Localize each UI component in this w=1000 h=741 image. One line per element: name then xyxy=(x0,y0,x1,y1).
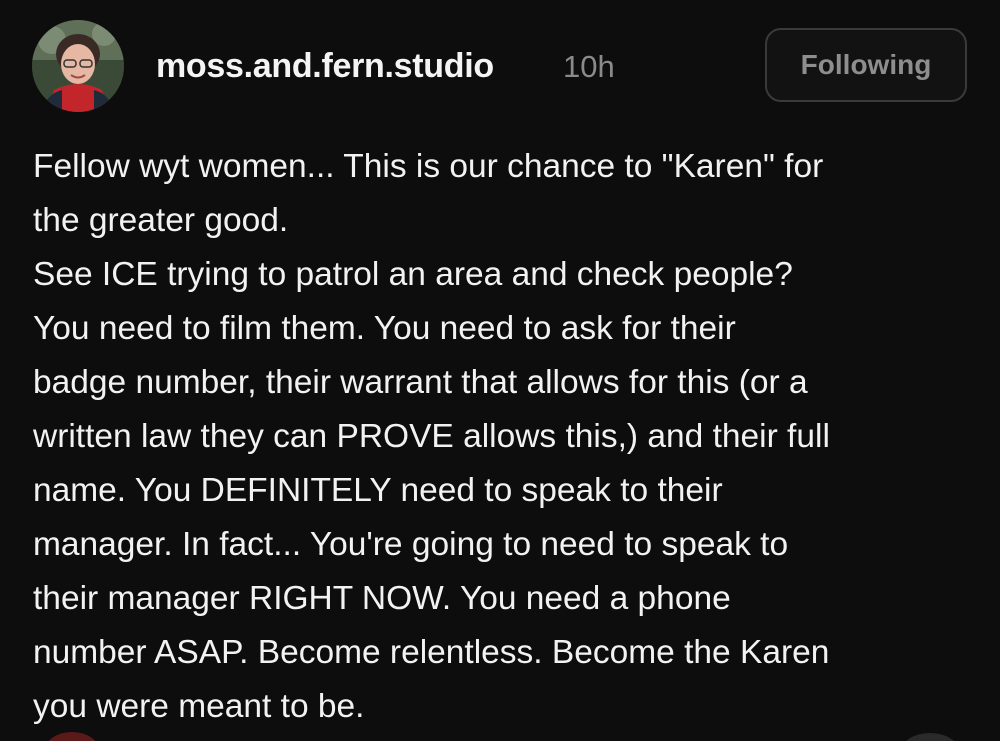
following-button[interactable]: Following xyxy=(765,28,967,102)
post-line: name. You DEFINITELY need to speak to th… xyxy=(33,472,723,509)
post-line: badge number, their warrant that allows … xyxy=(33,364,808,401)
author-avatar[interactable] xyxy=(32,20,124,112)
post-line: Fellow wyt women... This is our chance t… xyxy=(33,148,824,185)
post-line: manager. In fact... You're going to need… xyxy=(33,526,789,563)
post-line: written law they can PROVE allows this,)… xyxy=(33,418,830,455)
post-line: See ICE trying to patrol an area and che… xyxy=(33,256,793,293)
post-timestamp: 10h xyxy=(563,49,615,84)
post-card: moss.and.fern.studio 10h Following Fello… xyxy=(0,0,1000,741)
post-line: You need to film them. You need to ask f… xyxy=(33,310,736,347)
post-line: their manager RIGHT NOW. You need a phon… xyxy=(33,580,731,617)
author-username[interactable]: moss.and.fern.studio xyxy=(156,47,494,86)
post-line: you were meant to be. xyxy=(33,688,365,725)
avatar-image xyxy=(32,20,124,112)
post-body: Fellow wyt women... This is our chance t… xyxy=(33,140,983,734)
post-line: the greater good. xyxy=(33,202,289,239)
post-line: number ASAP. Become relentless. Become t… xyxy=(33,634,830,671)
next-element-partial xyxy=(900,733,960,741)
